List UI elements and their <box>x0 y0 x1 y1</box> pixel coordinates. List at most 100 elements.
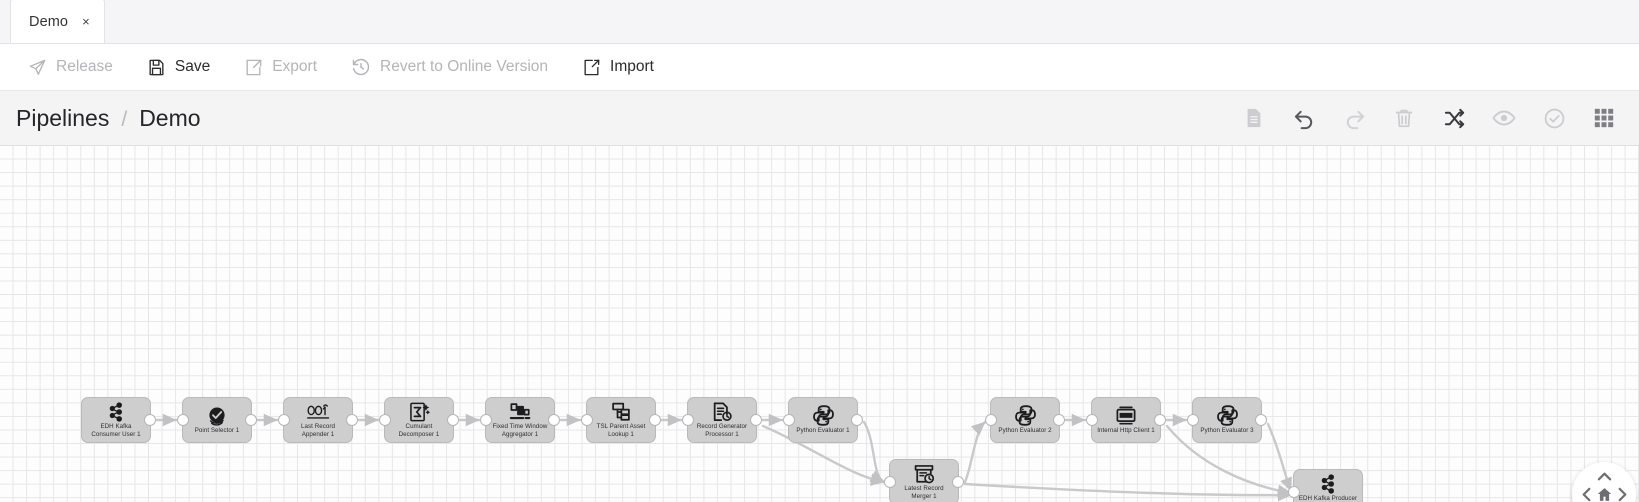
save-icon <box>147 58 166 77</box>
kafka-icon <box>105 401 127 422</box>
node-label: EDH Kafka Consumer User 1 <box>91 423 141 438</box>
pipeline-canvas[interactable]: EDH Kafka Consumer User 1 Point Selector … <box>0 146 1639 502</box>
node-label: Python Evaluator 1 <box>796 427 850 435</box>
pipeline-node[interactable]: TSL Parent Asset Lookup 1 <box>581 397 661 443</box>
node-input-port[interactable] <box>1187 414 1199 426</box>
tab-strip: Demo × <box>0 0 1639 44</box>
node-output-port[interactable] <box>144 414 156 426</box>
pipeline-node[interactable]: Cumulant Decomposer 1 <box>379 397 459 443</box>
pipeline-node[interactable]: Python Evaluator 3 <box>1187 397 1267 443</box>
node-label: Latest Record Merger 1 <box>904 485 944 500</box>
save-button[interactable]: Save <box>147 44 227 91</box>
pipeline-edge[interactable] <box>862 420 886 484</box>
close-icon[interactable]: × <box>82 15 90 28</box>
pipeline-node[interactable]: Python Evaluator 2 <box>985 397 1065 443</box>
check-circle-icon[interactable] <box>1541 105 1567 131</box>
tab-demo[interactable]: Demo × <box>10 0 105 43</box>
release-label: Release <box>56 58 113 75</box>
node-output-port[interactable] <box>447 414 459 426</box>
python-icon <box>1014 405 1037 426</box>
pipeline-node[interactable]: Fixed Time Window Aggregator 1 <box>480 397 560 443</box>
pipeline-editor-window: Demo × Release Save Export Revert to Onl… <box>0 0 1639 502</box>
import-button[interactable]: Import <box>582 44 671 91</box>
send-icon <box>28 58 47 77</box>
node-output-port[interactable] <box>649 414 661 426</box>
pan-left-button[interactable] <box>1577 485 1595 502</box>
trash-icon[interactable] <box>1391 105 1417 131</box>
node-input-port[interactable] <box>480 414 492 426</box>
edge-layer <box>155 413 1293 502</box>
revert-to-online-version-button[interactable]: Revert to Online Version <box>351 44 565 91</box>
pipeline-node[interactable]: Record Generator Processor 1 <box>682 397 762 443</box>
node-output-port[interactable] <box>1255 414 1267 426</box>
node-label: Internal Http Client 1 <box>1097 427 1155 435</box>
eye-icon[interactable] <box>1491 105 1517 131</box>
action-toolbar: Release Save Export Revert to Online Ver… <box>0 44 1639 91</box>
home-icon[interactable] <box>1595 485 1613 502</box>
save-label: Save <box>174 58 211 75</box>
shuffle-icon[interactable] <box>1441 105 1467 131</box>
pan-right-button[interactable] <box>1613 485 1631 502</box>
node-label: Last Record Appender 1 <box>301 423 335 438</box>
node-input-port[interactable] <box>379 414 391 426</box>
node-label: Fixed Time Window Aggregator 1 <box>492 423 548 438</box>
node-input-port[interactable] <box>177 414 189 426</box>
breadcrumb: Pipelines / Demo <box>16 105 201 132</box>
revert-clock-icon <box>351 57 371 77</box>
pipeline-node[interactable]: Point Selector 1 <box>177 397 257 443</box>
revert-label: Revert to Online Version <box>380 58 549 75</box>
import-label: Import <box>610 58 654 75</box>
tree-icon <box>610 401 632 422</box>
node-output-port[interactable] <box>1053 414 1065 426</box>
binary-icon <box>306 401 330 422</box>
document-icon[interactable] <box>1241 105 1267 131</box>
redo-icon[interactable] <box>1341 105 1367 131</box>
breadcrumb-separator: / <box>121 107 128 131</box>
node-output-port[interactable] <box>750 414 762 426</box>
node-output-port[interactable] <box>1154 414 1166 426</box>
release-button[interactable]: Release <box>28 44 130 91</box>
pipeline-edge[interactable] <box>1266 422 1293 493</box>
breadcrumb-bar: Pipelines / Demo <box>0 91 1639 146</box>
target-icon <box>206 405 228 426</box>
node-label: Python Evaluator 2 <box>998 427 1052 435</box>
node-output-port[interactable] <box>346 414 358 426</box>
pipeline-node[interactable]: Python Evaluator 1 <box>783 397 863 443</box>
pipeline-node[interactable]: EDH Kafka Producer User 1 <box>1288 469 1363 502</box>
node-input-port[interactable] <box>985 414 997 426</box>
node-input-port[interactable] <box>783 414 795 426</box>
node-output-port[interactable] <box>952 476 964 488</box>
node-output-port[interactable] <box>245 414 257 426</box>
archive-clock-icon <box>913 463 935 484</box>
node-input-port[interactable] <box>278 414 290 426</box>
sigma-icon <box>408 401 430 422</box>
pipeline-node[interactable]: Latest Record Merger 1 <box>884 459 964 502</box>
node-output-port[interactable] <box>851 414 863 426</box>
grid-apps-icon[interactable] <box>1591 105 1617 131</box>
node-input-port[interactable] <box>1288 486 1300 498</box>
pipeline-edge[interactable] <box>963 482 1293 502</box>
export-icon <box>244 58 263 77</box>
http-icon <box>1115 405 1137 426</box>
python-icon <box>812 405 835 426</box>
breadcrumb-pipelines[interactable]: Pipelines <box>16 105 109 132</box>
export-label: Export <box>272 58 318 75</box>
pipeline-edge[interactable] <box>963 420 987 484</box>
export-button[interactable]: Export <box>244 44 334 91</box>
node-label: Cumulant Decomposer 1 <box>398 423 440 438</box>
undo-icon[interactable] <box>1291 105 1317 131</box>
node-input-port[interactable] <box>682 414 694 426</box>
node-input-port[interactable] <box>581 414 593 426</box>
pipeline-node[interactable]: Last Record Appender 1 <box>278 397 358 443</box>
import-icon <box>582 58 601 77</box>
bars-icon <box>509 401 531 422</box>
pan-up-button[interactable] <box>1595 467 1613 485</box>
pipeline-node[interactable]: Internal Http Client 1 <box>1086 397 1166 443</box>
node-input-port[interactable] <box>1086 414 1098 426</box>
node-input-port[interactable] <box>884 476 896 488</box>
canvas-tool-group <box>1241 105 1625 131</box>
node-label: Point Selector 1 <box>194 427 240 435</box>
node-output-port[interactable] <box>548 414 560 426</box>
python-icon <box>1216 405 1239 426</box>
pipeline-node[interactable]: EDH Kafka Consumer User 1 <box>81 397 156 443</box>
